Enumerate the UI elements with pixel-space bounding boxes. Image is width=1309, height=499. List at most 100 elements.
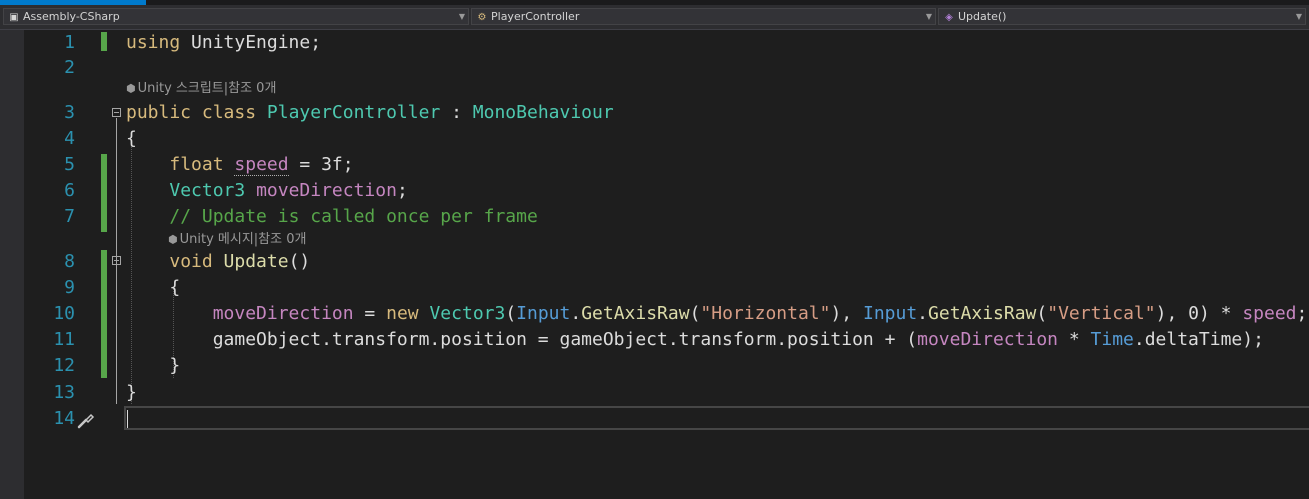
line-number: 11 (53, 329, 75, 350)
line-number: 13 (53, 382, 75, 403)
code-token: : (440, 102, 473, 123)
code-token: .deltaTime); (1133, 329, 1264, 350)
unity-cube-icon: ⬢ (168, 233, 178, 246)
method-icon: ◈ (945, 12, 953, 23)
code-token: Time (1090, 329, 1134, 350)
code-token: PlayerController (266, 102, 441, 123)
line-number: 4 (64, 128, 75, 149)
code-line[interactable]: 3 public class PlayerController : MonoBeh… (0, 100, 1309, 126)
class-dropdown[interactable]: ⚙ PlayerController ▼ (471, 8, 936, 25)
line-number: 2 (64, 57, 75, 78)
code-text: } (126, 380, 137, 406)
code-token: = (353, 303, 387, 324)
chevron-down-icon: ▼ (1295, 12, 1302, 21)
code-token: * (1058, 329, 1091, 350)
code-token: moveDirection (917, 329, 1058, 350)
code-line[interactable]: 4{ (0, 126, 1309, 152)
code-line[interactable]: 10 moveDirection = new Vector3(Input.Get… (0, 301, 1309, 327)
line-number: 14 (53, 408, 75, 429)
class-dropdown-label: PlayerController (491, 10, 580, 23)
line-number: 8 (64, 251, 75, 272)
code-token: ( (1036, 303, 1048, 324)
code-token: using (126, 32, 181, 53)
code-token: UnityEngine; (180, 32, 322, 53)
method-code-lens-text: Unity 메시지|참조 0개 (179, 232, 307, 247)
code-text: gameObject.transform.position = gameObje… (126, 327, 1264, 353)
code-token: { (126, 128, 137, 149)
class-icon: ⚙ (477, 12, 487, 23)
code-token: ; (396, 180, 408, 201)
code-token: // Update is called once per frame (169, 206, 538, 227)
code-line[interactable]: 11 gameObject.transform.position = gameO… (0, 327, 1309, 353)
project-dropdown-label: Assembly-CSharp (23, 10, 120, 23)
code-line[interactable]: 8 void Update() (0, 249, 1309, 275)
code-text: { (126, 126, 137, 152)
project-dropdown[interactable]: ▣ Assembly-CSharp ▼ (3, 8, 469, 25)
code-text: public class PlayerController : MonoBeha… (126, 100, 614, 126)
code-token: } (126, 355, 181, 376)
line-number: 7 (64, 206, 75, 227)
code-token: GetAxisRaw (581, 303, 690, 324)
code-token: Input (516, 303, 571, 324)
code-token: new (386, 303, 430, 324)
line-number: 9 (64, 277, 75, 298)
navigation-bar: ▣ Assembly-CSharp ▼ ⚙ PlayerController ▼ ◈… (0, 5, 1309, 30)
text-caret (127, 410, 128, 428)
line-number: 6 (64, 180, 75, 201)
line-number: 12 (53, 355, 75, 376)
code-token: moveDirection (212, 303, 354, 324)
code-token: . (570, 303, 582, 324)
code-token: MonoBehaviour (472, 102, 614, 123)
code-token: } (126, 382, 137, 403)
code-token: public class (126, 102, 267, 123)
code-token: void (169, 251, 224, 272)
line-number: 3 (64, 102, 75, 123)
code-token: Input (862, 303, 918, 324)
line-number: 1 (64, 32, 75, 53)
code-token: Vector3 (429, 303, 506, 324)
code-editor[interactable]: ⬢ Unity 스크립트|참조 0개 ⬢ Unity 메시지|참조 0개 1 usin… (0, 30, 1309, 499)
code-token: Update (223, 251, 289, 272)
code-token: = 3f; (288, 154, 354, 175)
code-token: ( (689, 303, 701, 324)
unity-cube-icon: ⬢ (126, 82, 136, 95)
code-text: moveDirection = new Vector3(Input.GetAxi… (126, 301, 1308, 327)
code-line[interactable]: 9 { (0, 275, 1309, 301)
code-token: float (169, 154, 235, 175)
code-line[interactable]: 1 using UnityEngine; (0, 30, 1309, 56)
code-text: using UnityEngine; (126, 30, 321, 56)
code-line[interactable]: 5 float speed = 3f; (0, 152, 1309, 178)
class-code-lens[interactable]: ⬢ Unity 스크립트|참조 0개 (126, 78, 276, 100)
line-number: 5 (64, 154, 75, 175)
code-token: moveDirection (256, 180, 397, 201)
code-line[interactable]: 7 // Update is called once per frame (0, 204, 1309, 230)
member-dropdown[interactable]: ◈ Update() ▼ (938, 8, 1306, 25)
code-text: void Update() (126, 249, 310, 275)
code-token: . (917, 303, 929, 324)
code-token: speed (1242, 303, 1297, 324)
line-number: 10 (53, 303, 75, 324)
code-line[interactable]: 2 (0, 55, 1309, 81)
code-token: () (288, 251, 311, 272)
code-text: // Update is called once per frame (126, 204, 538, 230)
code-token: ; (1296, 303, 1308, 324)
chevron-down-icon: ▼ (458, 12, 465, 21)
screwdriver-icon[interactable] (76, 410, 96, 430)
chevron-down-icon: ▼ (925, 12, 932, 21)
code-line[interactable]: 6 Vector3 moveDirection; (0, 178, 1309, 204)
code-token: Vector3 (169, 180, 257, 201)
code-line[interactable]: 12 } (0, 353, 1309, 379)
method-code-lens[interactable]: ⬢ Unity 메시지|참조 0개 (168, 229, 306, 251)
code-token: ), (830, 303, 863, 324)
code-text: } (126, 353, 180, 379)
code-line[interactable]: 13} (0, 380, 1309, 406)
member-dropdown-label: Update() (958, 10, 1007, 23)
code-token: GetAxisRaw (928, 303, 1037, 324)
code-token: "Horizontal" (700, 303, 831, 324)
code-text: Vector3 moveDirection; (126, 178, 408, 204)
code-token: ( (505, 303, 517, 324)
